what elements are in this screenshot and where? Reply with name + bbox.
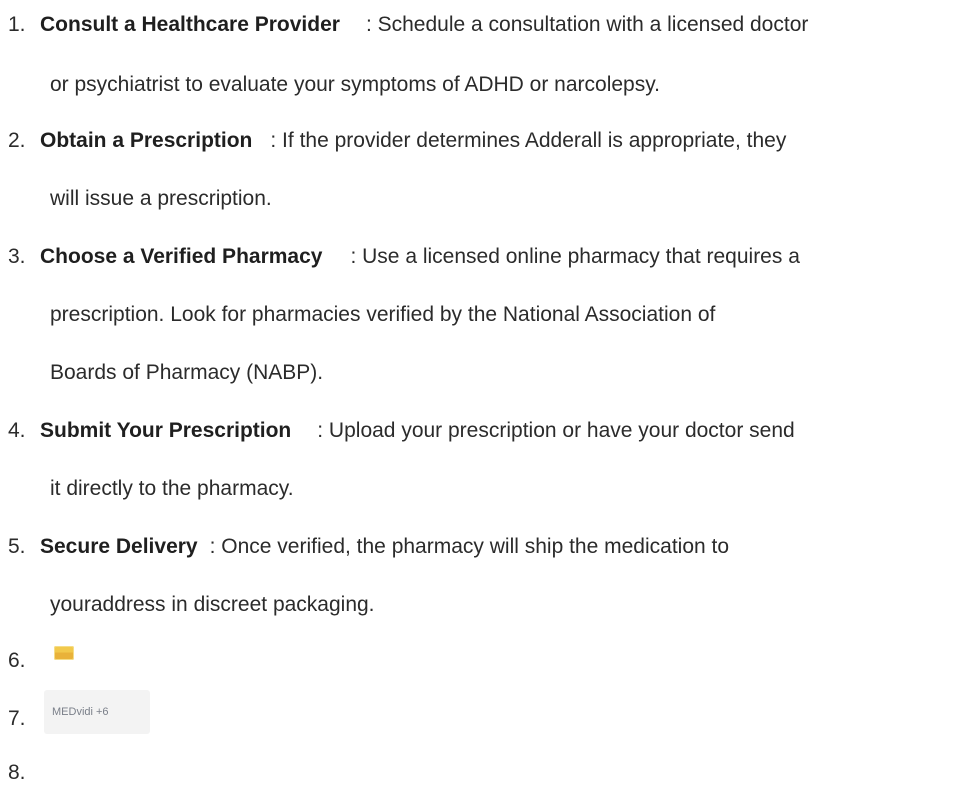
source-chip-label: MEDvidi +6	[52, 706, 109, 718]
item-text: : If the provider determines Adderall is…	[270, 129, 787, 152]
item-text: : Use a licensed online pharmacy that re…	[350, 245, 800, 268]
item-continuation: it directly to the pharmacy.	[50, 477, 294, 500]
source-chip[interactable]: MEDvidi +6	[44, 690, 150, 734]
item-number: 3.	[8, 245, 26, 268]
item-heading: Submit Your Prescription	[40, 419, 292, 442]
item-number: 5.	[8, 535, 26, 558]
item-continuation: or psychiatrist to evaluate your symptom…	[50, 73, 661, 96]
item-heading: Consult a Healthcare Provider	[40, 13, 340, 36]
item-continuation: Boards of Pharmacy (NABP).	[50, 361, 324, 384]
item-continuation: prescription. Look for pharmacies verifi…	[50, 303, 716, 326]
item-number: 1.	[8, 13, 26, 36]
item-number: 4.	[8, 419, 26, 442]
item-heading: Secure Delivery	[40, 535, 198, 558]
item-number: 8.	[8, 761, 26, 784]
item-continuation: will issue a prescription.	[50, 187, 272, 210]
item-heading: Choose a Verified Pharmacy	[40, 245, 323, 268]
item-number: 7.	[8, 707, 26, 730]
item-heading: Obtain a Prescription	[40, 129, 253, 152]
item-continuation: youraddress in discreet packaging.	[50, 593, 375, 616]
item-number: 2.	[8, 129, 26, 152]
item-text: : Upload your prescription or have your …	[317, 419, 795, 442]
item-number: 6.	[8, 649, 26, 672]
yellow-chip-icon[interactable]	[54, 646, 74, 660]
item-text: : Once verified, the pharmacy will ship …	[209, 535, 730, 558]
item-text: : Schedule a consultation with a license…	[365, 13, 809, 36]
numbered-list: 1. Consult a Healthcare Provider : Schedu…	[0, 0, 954, 788]
